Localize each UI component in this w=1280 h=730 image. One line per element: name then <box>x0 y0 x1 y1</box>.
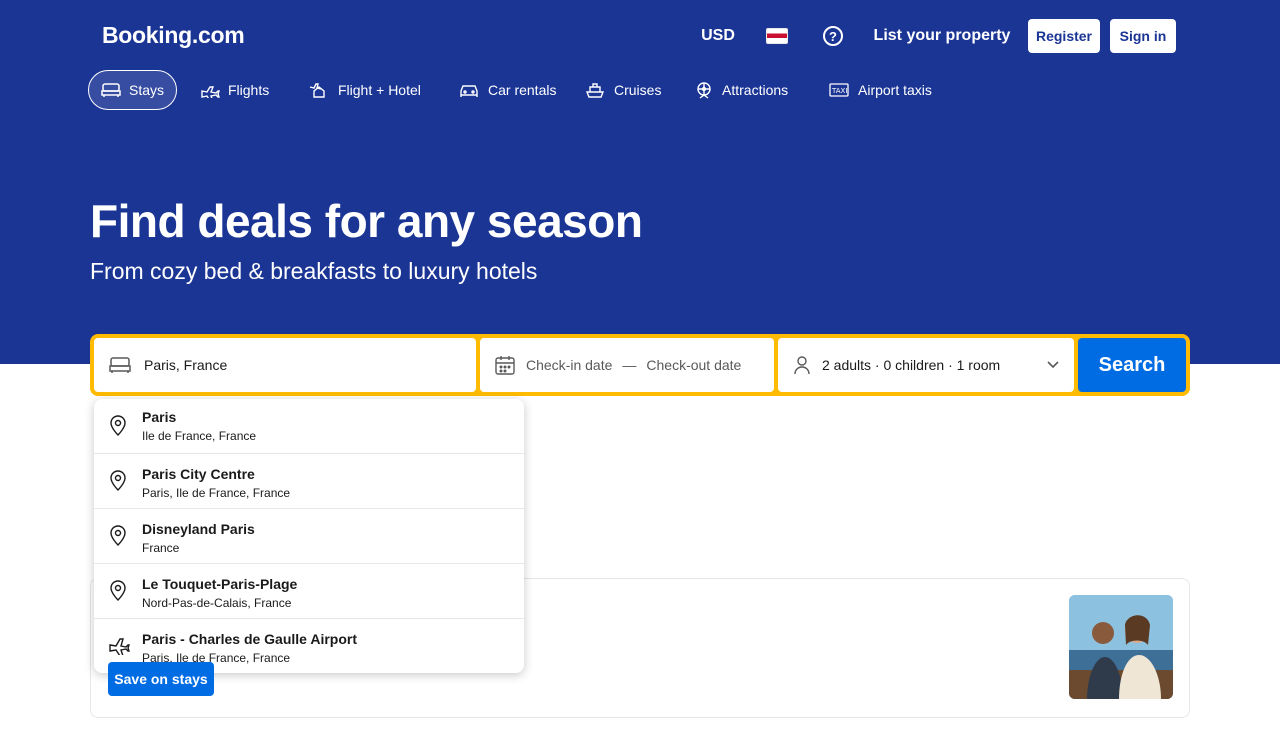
pin-icon <box>110 415 126 436</box>
suggestion-item[interactable]: Disneyland Paris France <box>94 509 524 564</box>
suggestion-region: Nord-Pas-de-Calais, France <box>142 596 292 610</box>
us-flag-icon <box>766 28 788 44</box>
couple-photo-icon <box>1069 595 1173 699</box>
hero-title: Find deals for any season <box>90 195 643 247</box>
tab-label: Flight + Hotel <box>338 82 421 98</box>
plane-icon <box>201 86 220 98</box>
tab-car-rentals[interactable]: Car rentals <box>446 70 568 110</box>
list-property-link[interactable]: List your property <box>866 13 1018 59</box>
register-button[interactable]: Register <box>1028 19 1100 53</box>
svg-text:TAXI: TAXI <box>831 87 847 95</box>
suggestion-item[interactable]: Paris Ile de France, France <box>94 399 524 454</box>
site-header: Booking.com USD ? List your property Reg… <box>0 0 1280 124</box>
tab-label: Stays <box>129 82 165 98</box>
ferris-wheel-icon <box>697 82 711 99</box>
tab-attractions[interactable]: Attractions <box>682 70 800 110</box>
suggestion-region: Ile de France, France <box>142 429 257 443</box>
tab-label: Car rentals <box>488 82 557 98</box>
bed-icon <box>109 357 131 373</box>
hero-subtitle: From cozy bed & breakfasts to luxury hot… <box>90 258 538 284</box>
sign-in-button[interactable]: Sign in <box>1110 19 1176 53</box>
tab-stays[interactable]: Stays <box>88 70 178 110</box>
booking-logo[interactable]: Booking.com <box>102 22 245 49</box>
occupancy-field[interactable]: 2 adults · 0 children · 1 room <box>778 338 1074 392</box>
language-button[interactable] <box>754 13 800 59</box>
ship-icon <box>585 83 605 98</box>
occupancy-summary: 2 adults · 0 children · 1 room <box>822 357 1001 373</box>
save-on-stays-button[interactable]: Save on stays <box>108 662 214 696</box>
tab-label: Cruises <box>614 82 662 98</box>
search-button[interactable]: Search <box>1078 338 1186 392</box>
destination-suggestions: Paris Ile de France, France Paris City C… <box>94 399 524 673</box>
currency-button[interactable]: USD <box>692 13 744 59</box>
destination-field[interactable] <box>94 338 476 392</box>
tab-label: Attractions <box>722 82 789 98</box>
question-mark-icon: ? <box>823 26 843 46</box>
pin-icon <box>110 525 126 546</box>
offer-photo <box>1069 595 1173 699</box>
suggestion-name: Le Touquet-Paris-Plage <box>142 576 298 592</box>
suggestion-name: Paris - Charles de Gaulle Airport <box>142 631 357 647</box>
tab-label: Airport taxis <box>858 82 932 98</box>
suggestion-item[interactable]: Le Touquet-Paris-Plage Nord-Pas-de-Calai… <box>94 564 524 619</box>
bed-icon <box>101 83 121 97</box>
search-bar: Check-in date — Check-out date 2 adults … <box>90 334 1190 396</box>
suggestion-region: France <box>142 541 180 555</box>
date-separator: — <box>622 357 637 373</box>
tab-label: Flights <box>228 82 270 98</box>
tab-cruises[interactable]: Cruises <box>572 70 673 110</box>
car-icon <box>460 85 478 97</box>
calendar-icon <box>495 356 515 375</box>
dates-field[interactable]: Check-in date — Check-out date <box>480 338 774 392</box>
pin-icon <box>110 470 126 491</box>
suggestion-name: Paris City Centre <box>142 466 255 482</box>
tab-flights[interactable]: Flights <box>188 70 281 110</box>
pin-icon <box>110 580 126 601</box>
destination-input[interactable] <box>144 357 464 373</box>
hero-banner: Find deals for any season From cozy bed … <box>0 124 1280 364</box>
plane-icon <box>109 638 130 655</box>
person-icon <box>794 356 810 375</box>
tab-airport-taxis[interactable]: TAXI Airport taxis <box>816 70 944 110</box>
check-out-date[interactable]: Check-out date <box>646 357 741 373</box>
suggestion-region: Paris, Ile de France, France <box>142 486 291 500</box>
plane-hotel-icon <box>309 83 325 98</box>
check-in-date[interactable]: Check-in date <box>526 357 612 373</box>
tab-flight-hotel[interactable]: Flight + Hotel <box>296 70 433 110</box>
suggestion-name: Disneyland Paris <box>142 521 255 537</box>
suggestion-item[interactable]: Paris City Centre Paris, Ile de France, … <box>94 454 524 509</box>
taxi-icon: TAXI <box>829 83 849 97</box>
suggestion-name: Paris <box>142 409 177 425</box>
chevron-down-icon <box>1047 361 1059 369</box>
help-button[interactable]: ? <box>810 13 856 59</box>
